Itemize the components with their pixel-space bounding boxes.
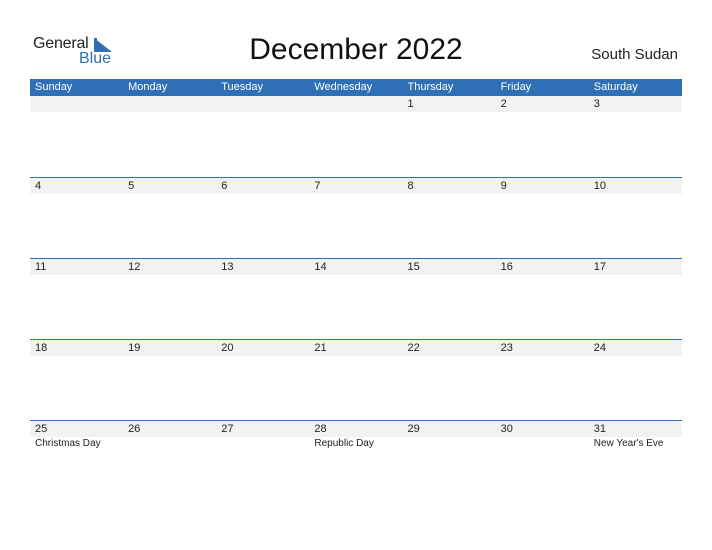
day-number: 24: [593, 342, 606, 354]
day-number: [123, 96, 216, 112]
week-row: 1 2 3: [30, 96, 682, 177]
day-number: 23: [500, 342, 513, 354]
day-number: 11: [35, 261, 47, 273]
day-number: 13: [221, 261, 234, 273]
date-number-row: 1 2 3: [30, 96, 682, 112]
day-number: 2: [500, 98, 507, 110]
day-number: 20: [221, 342, 234, 354]
week-row: 25 26 27 28 29 30 31 Christmas Day Republic Day N…: [30, 420, 682, 501]
week-row: 11 12 13 14 15 16 17: [30, 258, 682, 339]
day-number: 30: [500, 423, 513, 435]
day-number: 18: [35, 342, 48, 354]
holiday-label: [216, 437, 309, 451]
day-number: 29: [407, 423, 420, 435]
day-number: 6: [221, 180, 228, 192]
weekday-header-tuesday: Tuesday: [221, 81, 264, 93]
holiday-label: New Year's Eve: [593, 438, 664, 449]
day-number: 19: [128, 342, 141, 354]
day-number: 1: [407, 98, 414, 110]
day-number: [309, 96, 402, 112]
day-number: 16: [500, 261, 513, 273]
day-number: 3: [593, 98, 600, 110]
event-row: Christmas Day Republic Day New Year's Eve: [30, 437, 682, 451]
day-number: 26: [128, 423, 141, 435]
weekday-header-friday: Friday: [500, 81, 532, 93]
day-number: 12: [128, 261, 141, 273]
day-number: 31: [593, 423, 606, 435]
weekday-header-monday: Monday: [128, 81, 168, 93]
day-number: 9: [500, 180, 507, 192]
day-number: 28: [314, 423, 327, 435]
date-number-row: 18 19 20 21 22 23 24: [30, 340, 682, 356]
week-row: 18 19 20 21 22 23 24: [30, 339, 682, 420]
holiday-label: [496, 437, 589, 451]
weekday-header-row: Sunday Monday Tuesday Wednesday Thursday…: [30, 79, 682, 96]
day-number: 21: [314, 342, 327, 354]
weekday-header-wednesday: Wednesday: [314, 81, 373, 93]
holiday-label: Republic Day: [314, 438, 374, 449]
day-number: 14: [314, 261, 327, 273]
weeks-container: 1 2 3 4 5 6 7 8 9 10 11 12 13 14 15 16 17 18 19 20 21 22 23 24 2…: [30, 96, 682, 501]
day-number: 25: [35, 423, 48, 435]
day-number: 8: [407, 180, 414, 192]
date-number-row: 25 26 27 28 29 30 31: [30, 421, 682, 437]
day-number: 7: [314, 180, 321, 192]
holiday-label: [123, 437, 216, 451]
day-number: 5: [128, 180, 135, 192]
weekday-header-saturday: Saturday: [593, 81, 638, 93]
day-number: 4: [35, 180, 42, 192]
holiday-label: [403, 437, 496, 451]
calendar-grid: Sunday Monday Tuesday Wednesday Thursday…: [30, 79, 682, 501]
day-number: [30, 96, 123, 112]
day-number: 10: [593, 180, 606, 192]
day-number: 22: [407, 342, 420, 354]
week-row: 4 5 6 7 8 9 10: [30, 177, 682, 258]
holiday-label: Christmas Day: [35, 438, 101, 449]
date-number-row: 11 12 13 14 15 16 17: [30, 259, 682, 275]
date-number-row: 4 5 6 7 8 9 10: [30, 178, 682, 194]
weekday-header-sunday: Sunday: [35, 81, 73, 93]
day-number: [216, 96, 309, 112]
day-number: 27: [221, 423, 234, 435]
country-name: South Sudan: [591, 46, 678, 63]
day-number: 15: [407, 261, 420, 273]
weekday-header-thursday: Thursday: [407, 81, 454, 93]
day-number: 17: [593, 261, 606, 273]
